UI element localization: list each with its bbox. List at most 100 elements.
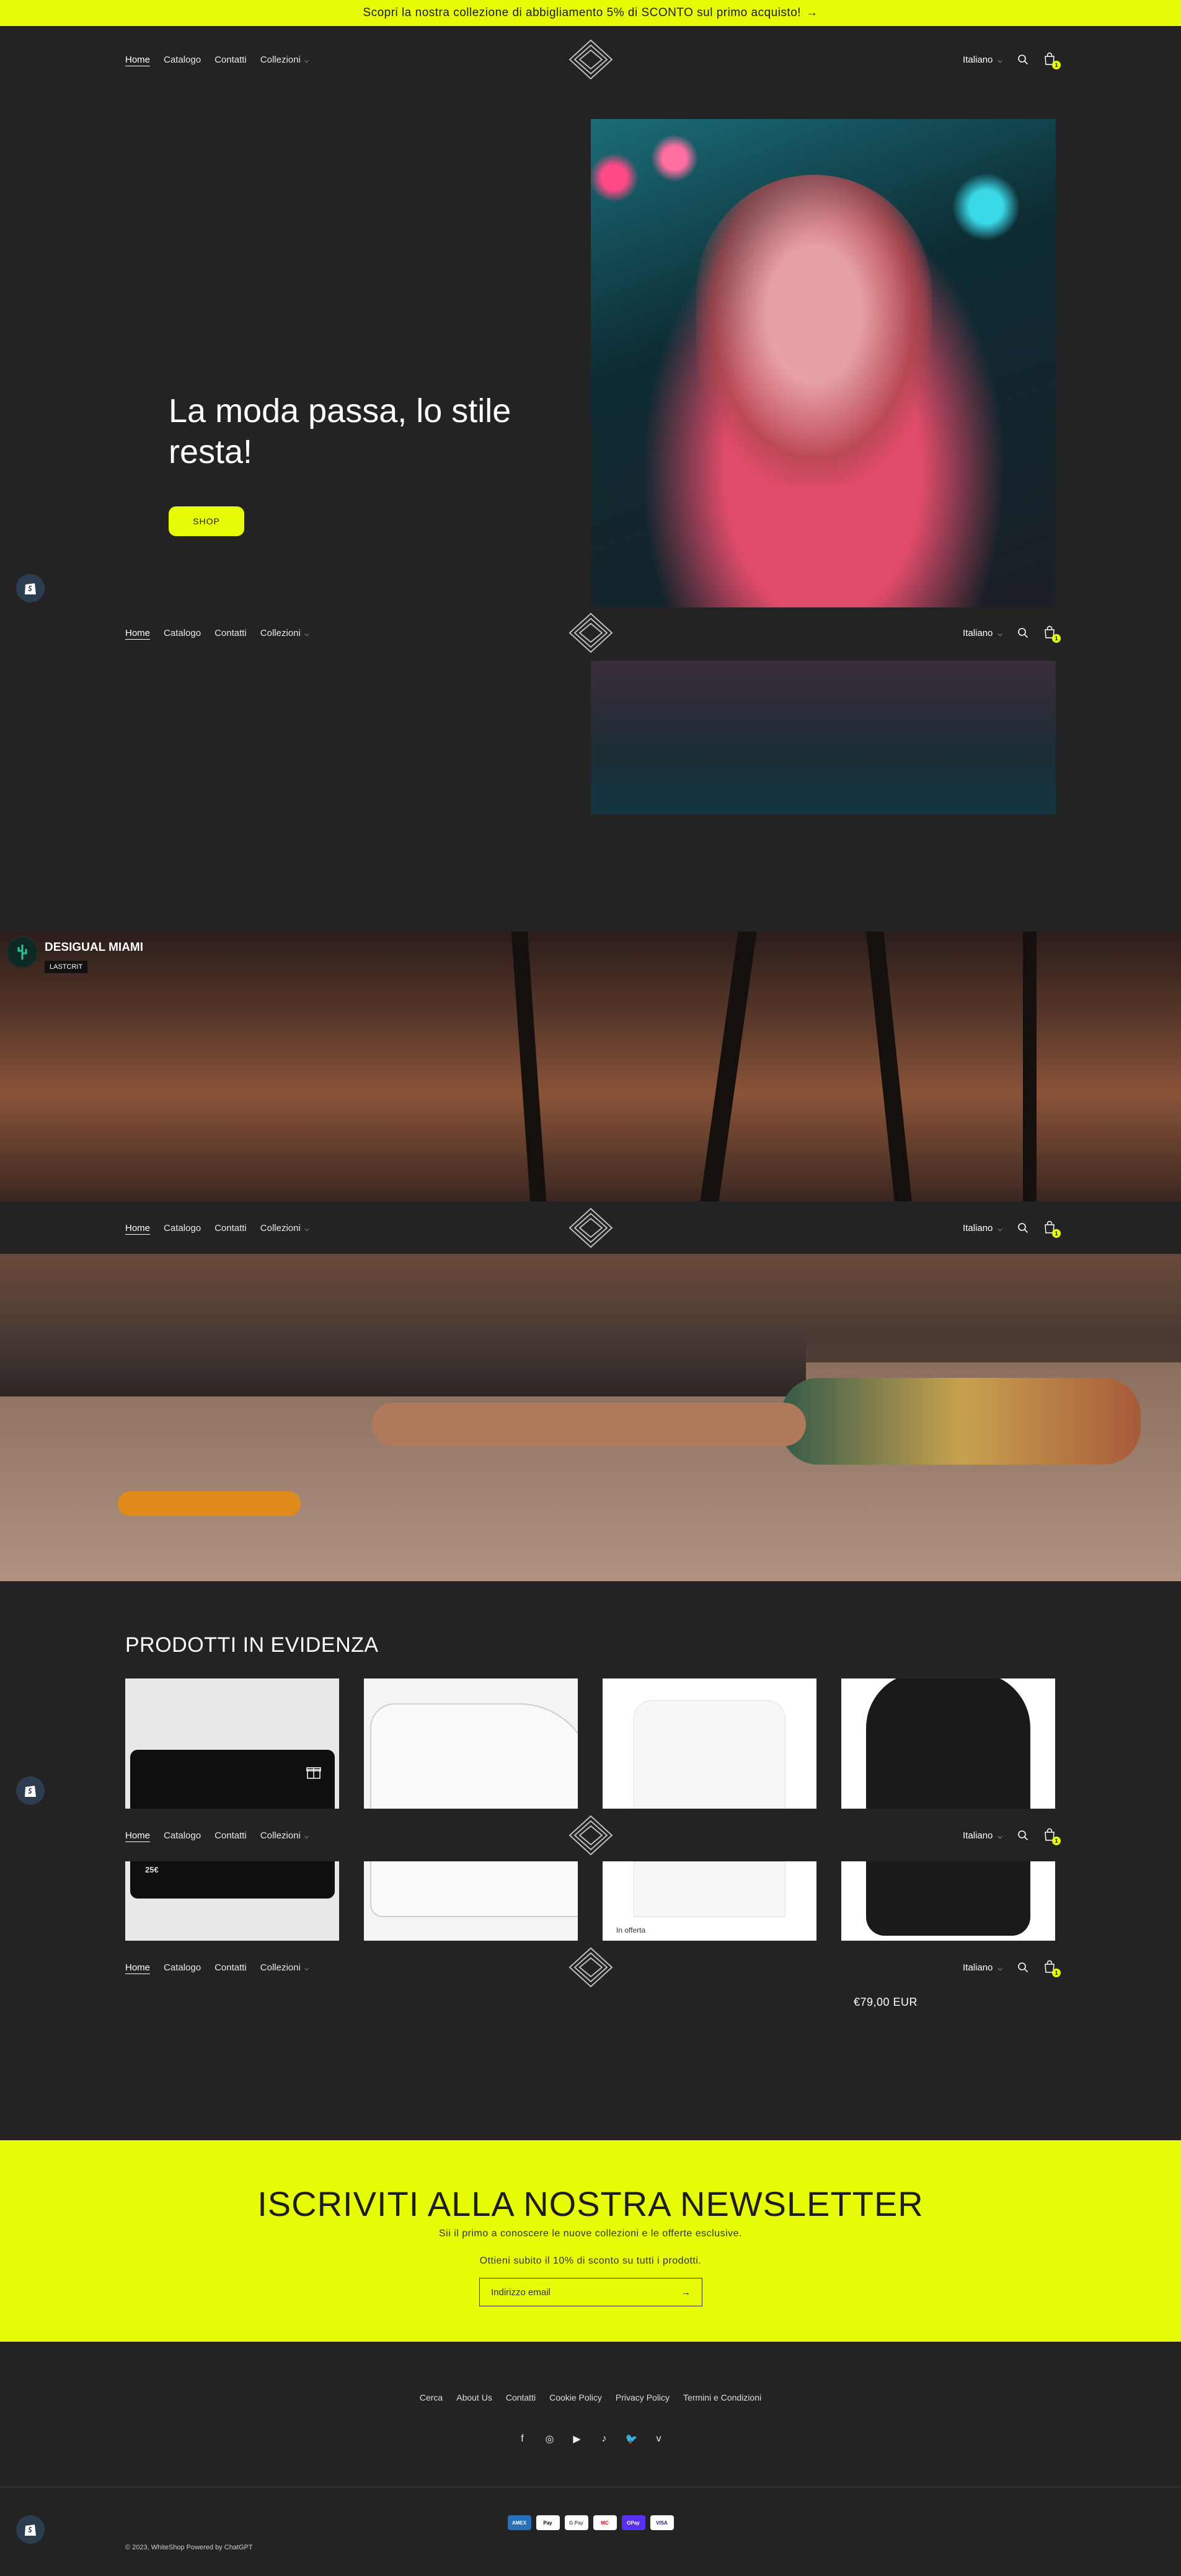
search-icon[interactable] (1017, 1830, 1028, 1841)
header-actions: Italiano ⌵ 1 (963, 1809, 1061, 1862)
nav-contatti[interactable]: Contatti (215, 1962, 247, 1973)
search-icon[interactable] (1017, 1962, 1028, 1973)
social-links: f ◎ ▶ ♪ 🐦 v (0, 2433, 1181, 2445)
footer-link-contatti[interactable]: Contatti (506, 2393, 536, 2402)
video-player[interactable] (0, 932, 1181, 1201)
nav-collezioni[interactable]: Collezioni ⌵ (260, 55, 309, 65)
nav-collezioni[interactable]: Collezioni ⌵ (260, 1962, 309, 1973)
hero-image-figure (696, 175, 932, 485)
email-field[interactable]: Indirizzo email → (479, 2278, 702, 2306)
footer-links: Cerca About Us Contatti Cookie Policy Pr… (0, 2393, 1181, 2402)
shop-button[interactable]: SHOP (169, 506, 244, 536)
search-icon[interactable] (1017, 1222, 1028, 1233)
search-icon[interactable] (1017, 627, 1028, 638)
nav-home[interactable]: Home (125, 55, 150, 65)
language-label: Italiano (963, 1830, 993, 1841)
product-price: €79,00 EUR (854, 1996, 918, 2008)
product-card-backpack[interactable] (841, 1678, 1055, 1809)
nav-collezioni-label: Collezioni (260, 54, 301, 65)
nav-catalogo[interactable]: Catalogo (164, 1830, 201, 1841)
cart-button[interactable]: 1 (1043, 1828, 1061, 1845)
email-placeholder: Indirizzo email (491, 2287, 551, 2298)
language-selector[interactable]: Italiano ⌵ (963, 1223, 1002, 1233)
nav-home[interactable]: Home (125, 1962, 150, 1973)
logo-icon[interactable] (567, 38, 614, 81)
submit-arrow-icon[interactable]: → (681, 2287, 691, 2298)
language-selector[interactable]: Italiano ⌵ (963, 1962, 1002, 1973)
announcement-bar[interactable]: Scopri la nostra collezione di abbigliam… (0, 0, 1181, 26)
product-card-giftcard-lower[interactable]: 25€ (125, 1861, 339, 1941)
logo-icon[interactable] (567, 1206, 614, 1250)
nav-home[interactable]: Home (125, 628, 150, 638)
cart-button[interactable]: 1 (1043, 52, 1061, 69)
footer-link-cookie[interactable]: Cookie Policy (549, 2393, 602, 2402)
product-card-sneaker[interactable] (364, 1678, 578, 1809)
shopify-badge[interactable] (16, 574, 45, 602)
search-icon[interactable] (1017, 54, 1028, 65)
logo-icon[interactable] (567, 1946, 614, 1989)
language-label: Italiano (963, 627, 993, 638)
site-header: Home Catalogo Contatti Collezioni ⌵ Itali… (0, 33, 1181, 86)
nav-contatti[interactable]: Contatti (215, 628, 247, 638)
hero-image-lower (591, 661, 1056, 814)
shopify-bag-icon (25, 1786, 36, 1797)
product-card-tshirt-lower[interactable]: In offerta (603, 1861, 816, 1941)
chevron-down-icon: ⌵ (304, 57, 309, 64)
nav-catalogo[interactable]: Catalogo (164, 1962, 201, 1973)
shop-pay-icon: OPay (621, 2515, 645, 2530)
main-nav: Home Catalogo Contatti Collezioni ⌵ (125, 1941, 309, 1994)
newsletter-title: ISCRIVITI ALLA NOSTRA NEWSLETTER (257, 2184, 924, 2223)
language-selector[interactable]: Italiano ⌵ (963, 1830, 1002, 1841)
logo-icon[interactable] (567, 1814, 614, 1857)
nav-catalogo[interactable]: Catalogo (164, 1223, 201, 1233)
language-selector[interactable]: Italiano ⌵ (963, 55, 1002, 65)
gift-icon (306, 1767, 321, 1779)
chevron-down-icon: ⌵ (304, 1965, 309, 1972)
language-selector[interactable]: Italiano ⌵ (963, 628, 1002, 638)
chevron-down-icon: ⌵ (997, 1965, 1002, 1972)
footer-link-cerca[interactable]: Cerca (420, 2393, 443, 2402)
product-card-backpack-lower[interactable] (841, 1861, 1055, 1941)
nav-collezioni[interactable]: Collezioni ⌵ (260, 1830, 309, 1841)
newsletter-text-1: Sii il primo a conoscere le nuove collez… (438, 2228, 743, 2239)
nav-catalogo[interactable]: Catalogo (164, 628, 201, 638)
person-figure (372, 1403, 806, 1446)
palm-trunk (700, 932, 757, 1201)
vimeo-icon[interactable]: v (653, 2433, 665, 2445)
footer-link-about[interactable]: About Us (456, 2393, 492, 2402)
apple-pay-icon: Pay (536, 2515, 560, 2530)
cart-button[interactable]: 1 (1043, 1960, 1061, 1977)
nav-home[interactable]: Home (125, 1223, 150, 1233)
nav-contatti[interactable]: Contatti (215, 1830, 247, 1841)
video-channel-info[interactable]: DESIGUAL MIAMI LASTCRIT (6, 936, 143, 973)
cart-button[interactable]: 1 (1043, 1220, 1061, 1238)
channel-name[interactable]: DESIGUAL MIAMI (45, 941, 143, 955)
chevron-down-icon: ⌵ (304, 1225, 309, 1233)
product-card-tshirt[interactable] (603, 1678, 816, 1809)
nav-collezioni[interactable]: Collezioni ⌵ (260, 628, 309, 638)
shopify-badge[interactable] (16, 1776, 45, 1805)
footer-link-privacy[interactable]: Privacy Policy (616, 2393, 670, 2402)
channel-avatar[interactable] (6, 936, 38, 968)
chevron-down-icon: ⌵ (997, 57, 1002, 64)
product-card-sneaker-lower[interactable] (364, 1861, 578, 1941)
tiktok-icon[interactable]: ♪ (599, 2433, 610, 2445)
video-frame-continued[interactable] (0, 1254, 1181, 1581)
hero-title: La moda passa, lo stile resta! (169, 392, 511, 470)
logo-icon[interactable] (567, 611, 614, 655)
visa-icon: VISA (650, 2515, 674, 2530)
footer-link-terms[interactable]: Termini e Condizioni (683, 2393, 761, 2402)
nav-home[interactable]: Home (125, 1830, 150, 1841)
youtube-icon[interactable]: ▶ (572, 2433, 583, 2445)
nav-contatti[interactable]: Contatti (215, 1223, 247, 1233)
twitter-icon[interactable]: 🐦 (626, 2433, 638, 2445)
facebook-icon[interactable]: f (517, 2433, 528, 2445)
instagram-icon[interactable]: ◎ (544, 2433, 555, 2445)
nav-contatti[interactable]: Contatti (215, 55, 247, 65)
cart-button[interactable]: 1 (1043, 625, 1061, 643)
nav-catalogo[interactable]: Catalogo (164, 55, 201, 65)
product-card-giftcard[interactable] (125, 1678, 339, 1809)
nav-collezioni[interactable]: Collezioni ⌵ (260, 1223, 309, 1233)
amex-icon: AMEX (507, 2515, 531, 2530)
header-actions: Italiano ⌵ 1 (963, 606, 1061, 659)
